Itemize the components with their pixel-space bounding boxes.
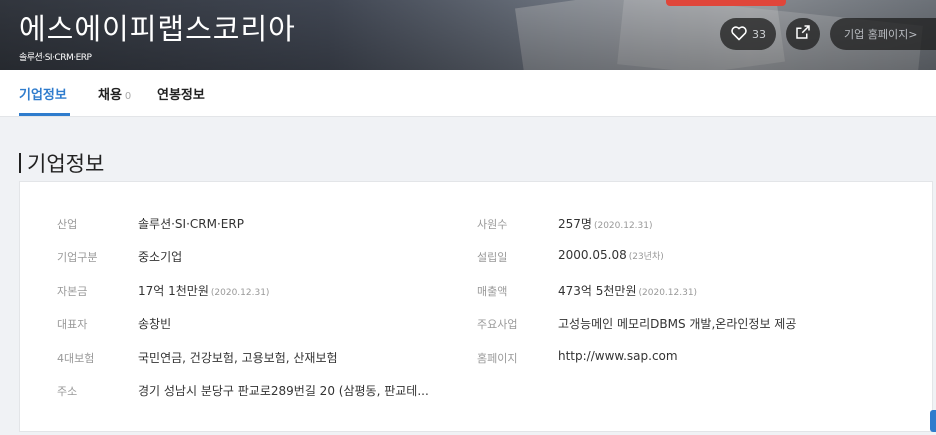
founded-row: 2000.05.08 (23년차) — [558, 248, 664, 262]
employees-row: 257명 (2020.12.31) — [558, 215, 653, 232]
tab-label: 기업정보 — [19, 88, 67, 103]
company-type-label: 기업구분 — [57, 251, 98, 264]
banner-highlight-bar — [666, 0, 786, 6]
tab-count: 0 — [124, 91, 132, 102]
company-name: 에스에이피랩스코리아 — [19, 12, 296, 46]
main-business-label: 주요사업 — [477, 318, 518, 331]
address-value: 경기 성남시 분당구 판교로289번길 20 (삼평동, 판교테... — [138, 384, 429, 398]
share-button[interactable] — [786, 18, 820, 50]
section-title: 기업정보 — [19, 148, 104, 178]
tab-company-info[interactable]: 기업정보 — [19, 84, 67, 103]
ceo-label: 대표자 — [57, 318, 88, 331]
tab-salary[interactable]: 연봉정보 — [157, 84, 205, 103]
industry-label: 산업 — [57, 218, 78, 231]
main-business-value: 고성능메인 메모리DBMS 개발,온라인정보 제공 — [558, 317, 797, 331]
address-label: 주소 — [57, 385, 78, 398]
employees-value: 257명 — [558, 217, 592, 231]
ceo-value: 송창빈 — [138, 317, 172, 331]
company-type-value: 중소기업 — [138, 250, 183, 264]
active-tab-indicator — [19, 113, 70, 116]
homepage-link[interactable]: http://www.sap.com — [558, 349, 678, 363]
industry-value: 솔루션·SI·CRM·ERP — [138, 217, 244, 231]
tab-label: 연봉정보 — [157, 88, 205, 103]
company-banner: 에스에이피랩스코리아 솔루션·SI·CRM·ERP 33 기업 홈페이지> — [0, 0, 936, 70]
heart-icon — [730, 25, 748, 44]
section-title-bar — [19, 153, 21, 173]
capital-value: 17억 1천만원 — [138, 284, 209, 298]
like-button[interactable]: 33 — [720, 18, 776, 50]
capital-label: 자본금 — [57, 285, 88, 298]
tab-label: 채용 — [98, 88, 122, 103]
employees-note: (2020.12.31) — [593, 221, 653, 231]
insurance-value: 국민연금, 건강보험, 고용보험, 산재보험 — [138, 351, 338, 365]
founded-value: 2000.05.08 — [558, 248, 627, 262]
insurance-label: 4대보험 — [57, 352, 95, 365]
founded-label: 설립일 — [477, 251, 508, 264]
tab-bar: 기업정보 채용 0 연봉정보 — [0, 70, 936, 117]
capital-row: 17억 1천만원 (2020.12.31) — [138, 282, 269, 299]
revenue-row: 473억 5천만원 (2020.12.31) — [558, 282, 697, 299]
tab-recruit[interactable]: 채용 0 — [98, 84, 131, 103]
employees-label: 사원수 — [477, 218, 508, 231]
founded-note: (23년차) — [628, 252, 664, 262]
section-title-text: 기업정보 — [27, 152, 105, 176]
share-icon — [794, 23, 812, 45]
company-homepage-button[interactable]: 기업 홈페이지> — [830, 18, 936, 50]
revenue-label: 매출액 — [477, 285, 508, 298]
company-industry-tag: 솔루션·SI·CRM·ERP — [19, 53, 92, 63]
floating-side-button[interactable] — [930, 410, 936, 432]
company-info-card: 산업 솔루션·SI·CRM·ERP 기업구분 중소기업 자본금 17억 1천만원… — [19, 181, 933, 432]
revenue-note: (2020.12.31) — [638, 288, 698, 298]
like-count: 33 — [752, 27, 766, 41]
revenue-value: 473억 5천만원 — [558, 284, 637, 298]
homepage-label: 홈페이지 — [477, 352, 518, 365]
capital-note: (2020.12.31) — [210, 288, 270, 298]
